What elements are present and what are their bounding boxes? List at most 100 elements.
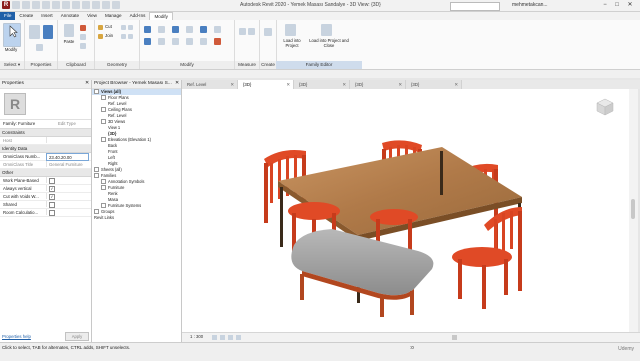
scale-icon[interactable] bbox=[214, 26, 221, 33]
measure-icon[interactable] bbox=[62, 1, 70, 9]
properties-icon[interactable] bbox=[29, 25, 40, 39]
delete-icon[interactable] bbox=[214, 38, 221, 45]
search-input[interactable] bbox=[450, 1, 500, 11]
close-icon[interactable]: ✕ bbox=[342, 80, 346, 89]
tab-manage[interactable]: Manage bbox=[101, 12, 126, 20]
always-vertical-checkbox[interactable]: ✓ bbox=[49, 186, 55, 193]
trim-extend-icon[interactable] bbox=[186, 38, 193, 45]
expand-toggle-icon[interactable] bbox=[94, 173, 99, 179]
load-into-project-icon[interactable] bbox=[285, 24, 296, 36]
tab-add-ins[interactable]: Add-Ins bbox=[126, 12, 150, 20]
omniclass-number-field[interactable]: 23.40.20.00 bbox=[46, 153, 89, 161]
close-icon[interactable]: ✕ bbox=[454, 80, 458, 89]
tab-annotate[interactable]: Annotate bbox=[57, 12, 83, 20]
save-icon[interactable] bbox=[22, 1, 30, 9]
view-scale[interactable]: 1 : 300 bbox=[190, 334, 203, 339]
load-into-project-label[interactable]: Load into Project bbox=[277, 38, 307, 48]
array-icon[interactable] bbox=[200, 38, 207, 45]
constraints-section[interactable]: Constraints bbox=[0, 129, 91, 137]
redo-icon[interactable] bbox=[42, 1, 50, 9]
split-icon[interactable] bbox=[200, 26, 207, 33]
expand-toggle-icon[interactable] bbox=[101, 203, 106, 209]
family-types-icon[interactable] bbox=[43, 25, 53, 39]
edit-type-button[interactable]: Edit Type bbox=[58, 120, 76, 127]
type-selector-value[interactable]: Family: Furniture bbox=[3, 121, 35, 126]
expand-toggle-icon[interactable] bbox=[101, 95, 106, 101]
expand-toggle-icon[interactable] bbox=[94, 209, 99, 215]
3d-view-icon[interactable] bbox=[82, 1, 90, 9]
expand-toggle-icon[interactable] bbox=[94, 89, 99, 95]
align-icon[interactable] bbox=[144, 26, 151, 33]
demolish-icon[interactable] bbox=[128, 34, 133, 39]
tab-file[interactable]: File bbox=[0, 12, 16, 20]
move-icon[interactable] bbox=[144, 38, 151, 45]
view-tab-3d[interactable]: {3D} ✕ bbox=[350, 80, 406, 89]
measure-icon[interactable] bbox=[239, 28, 246, 35]
vertical-scrollbar[interactable] bbox=[629, 89, 638, 332]
identity-data-section[interactable]: Identity Data bbox=[0, 145, 91, 153]
join-geometry-icon[interactable] bbox=[98, 34, 103, 39]
wall-joins-icon[interactable] bbox=[121, 34, 126, 39]
close-icon[interactable]: ✕ bbox=[286, 80, 290, 89]
view-tab-ref-level[interactable]: Ref. Level ✕ bbox=[182, 80, 238, 89]
mirror-draw-icon[interactable] bbox=[186, 26, 193, 33]
view-cube-icon[interactable] bbox=[595, 97, 615, 117]
expand-toggle-icon[interactable] bbox=[94, 167, 99, 173]
close-icon[interactable]: ✕ bbox=[175, 80, 179, 88]
select-panel-label[interactable]: Select ▾ bbox=[0, 61, 24, 69]
horizontal-scrollbar-thumb[interactable] bbox=[452, 335, 457, 340]
tab-view[interactable]: View bbox=[83, 12, 101, 20]
tab-insert[interactable]: Insert bbox=[37, 12, 57, 20]
copy-icon[interactable] bbox=[80, 34, 86, 40]
3d-viewport[interactable] bbox=[182, 89, 629, 332]
apply-button[interactable]: Apply bbox=[65, 332, 89, 341]
join-geometry-label[interactable]: Join bbox=[105, 33, 113, 38]
cut-geometry-label[interactable]: Cut bbox=[105, 24, 112, 29]
tab-modify[interactable]: Modify bbox=[149, 12, 173, 20]
close-icon[interactable]: ✕ bbox=[230, 80, 234, 89]
section-icon[interactable] bbox=[92, 1, 100, 9]
mirror-axis-icon[interactable] bbox=[172, 26, 179, 33]
split-face-icon[interactable] bbox=[121, 25, 126, 30]
close-hidden-icon[interactable] bbox=[112, 1, 120, 9]
user-account[interactable]: mehmetakcan... bbox=[512, 2, 548, 8]
close-icon[interactable]: ✕ bbox=[85, 80, 89, 88]
sun-path-icon[interactable] bbox=[228, 335, 233, 340]
dimension-icon[interactable] bbox=[248, 28, 255, 35]
close-button[interactable]: ✕ bbox=[625, 1, 635, 9]
undo-icon[interactable] bbox=[32, 1, 40, 9]
paste-icon[interactable] bbox=[64, 24, 74, 37]
shared-checkbox[interactable] bbox=[49, 202, 55, 209]
paint-icon[interactable] bbox=[128, 25, 133, 30]
visual-style-icon[interactable] bbox=[220, 335, 225, 340]
match-properties-icon[interactable] bbox=[80, 43, 86, 49]
detail-level-icon[interactable] bbox=[212, 335, 217, 340]
work-plane-based-checkbox[interactable] bbox=[49, 178, 55, 185]
thin-lines-icon[interactable] bbox=[102, 1, 110, 9]
open-icon[interactable] bbox=[12, 1, 20, 9]
expand-toggle-icon[interactable] bbox=[101, 185, 106, 191]
cut-geometry-icon[interactable] bbox=[98, 25, 103, 30]
type-selector[interactable]: R bbox=[0, 89, 91, 120]
bench[interactable] bbox=[291, 229, 434, 317]
create-similar-icon[interactable] bbox=[264, 28, 272, 36]
offset-icon[interactable] bbox=[158, 26, 165, 33]
rotate-icon[interactable] bbox=[172, 38, 179, 45]
other-section[interactable]: Other bbox=[0, 169, 91, 177]
expand-toggle-icon[interactable] bbox=[101, 107, 106, 113]
browser-item[interactable]: Revit Links bbox=[92, 215, 181, 221]
view-tab-3d[interactable]: {3D} ✕ bbox=[406, 80, 462, 89]
expand-toggle-icon[interactable] bbox=[101, 179, 106, 185]
modify-button[interactable] bbox=[3, 23, 21, 47]
cut-icon[interactable] bbox=[80, 25, 86, 31]
expand-toggle-icon[interactable] bbox=[101, 137, 106, 143]
load-into-project-close-icon[interactable] bbox=[321, 24, 332, 36]
print-icon[interactable] bbox=[52, 1, 60, 9]
chair-right-front[interactable] bbox=[452, 207, 522, 309]
minimize-button[interactable]: − bbox=[600, 1, 610, 9]
scrollbar-thumb[interactable] bbox=[631, 199, 635, 219]
expand-toggle-icon[interactable] bbox=[101, 119, 106, 125]
cut-with-voids-checkbox[interactable]: ✓ bbox=[49, 194, 55, 201]
text-icon[interactable] bbox=[72, 1, 80, 9]
close-icon[interactable]: ✕ bbox=[398, 80, 402, 89]
